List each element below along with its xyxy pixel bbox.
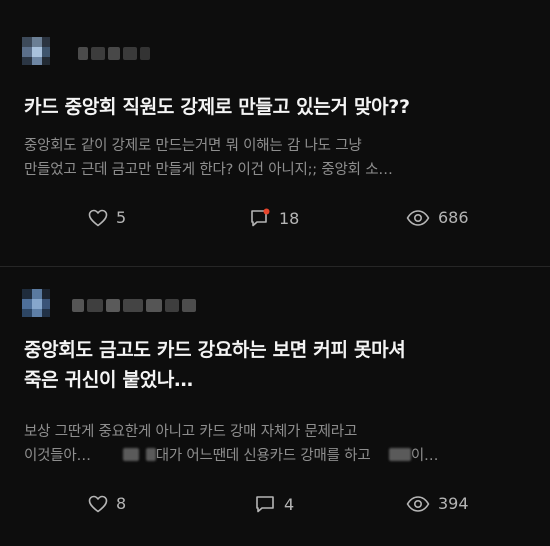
view-count-stat: 686 (406, 208, 469, 227)
post-card[interactable]: 중앙회도 금고도 카드 강요하는 보면 커피 못마셔 죽은 귀신이 붙었나… 보… (0, 266, 550, 546)
redacted-text (123, 448, 140, 461)
comment-bubble-icon (251, 208, 270, 227)
eye-icon (406, 209, 430, 226)
post-stats: 5 18 686 (0, 208, 550, 232)
post-preview-line: 중앙회도 같이 강제로 만드는거면 뭐 이해는 감 나도 그냥 (24, 138, 362, 154)
post-preview[interactable]: 보상 그딴게 중요한게 아니고 카드 강매 자체가 문제라고 이것들아… 대가 … (24, 420, 530, 468)
post-preview[interactable]: 중앙회도 같이 강제로 만드는거면 뭐 이해는 감 나도 그냥 만들었고 근데 … (24, 134, 530, 182)
post-title-line: 죽은 귀신이 붙었나… (24, 369, 193, 391)
like-count: 8 (116, 494, 127, 513)
like-button[interactable]: 8 (88, 494, 126, 513)
post-title-line: 중앙회도 금고도 카드 강요하는 보면 커피 못마셔 (24, 339, 406, 361)
heart-outline-icon (88, 209, 108, 226)
preview-text: 이… (410, 448, 439, 464)
comment-button[interactable]: 18 (249, 208, 299, 228)
avatar (22, 289, 50, 317)
like-count: 5 (116, 208, 127, 227)
post-preview-line: 보상 그딴게 중요한게 아니고 카드 강매 자체가 문제라고 (24, 424, 358, 440)
post-stats: 8 4 394 (0, 494, 550, 518)
view-count: 686 (438, 208, 469, 227)
new-comment-dot (263, 208, 270, 215)
post-title[interactable]: 카드 중앙회 직원도 강제로 만들고 있는거 맞아?? (24, 92, 532, 122)
heart-outline-icon (88, 495, 108, 512)
like-button[interactable]: 5 (88, 208, 126, 227)
redacted-text (145, 448, 156, 461)
comment-button[interactable]: 4 (254, 494, 294, 514)
eye-icon (406, 495, 430, 512)
author-name-blurred (78, 47, 150, 60)
post-preview-line: 만들었고 근데 금고만 만들게 한다? 이건 아니지;; 중앙회 소… (24, 162, 393, 178)
author-name-blurred (72, 299, 196, 312)
post-title[interactable]: 중앙회도 금고도 카드 강요하는 보면 커피 못마셔 죽은 귀신이 붙었나… (24, 335, 532, 395)
comment-count: 4 (284, 494, 295, 514)
post-preview-line: 이것들아… 대가 어느땐데 신용카드 강매를 하고 이… (24, 444, 530, 468)
post-card[interactable]: 카드 중앙회 직원도 강제로 만들고 있는거 맞아?? 중앙회도 같이 강제로 … (0, 0, 550, 266)
comment-bubble-icon (256, 496, 274, 513)
preview-text: 대가 어느땐데 신용카드 강매를 하고 (155, 448, 371, 464)
preview-text: 이것들아… (24, 448, 91, 464)
view-count-stat: 394 (406, 494, 469, 513)
view-count: 394 (438, 494, 469, 513)
avatar (22, 37, 50, 65)
comment-count: 18 (279, 208, 300, 228)
redacted-text (388, 448, 411, 461)
post-feed: 카드 중앙회 직원도 강제로 만들고 있는거 맞아?? 중앙회도 같이 강제로 … (0, 0, 550, 546)
